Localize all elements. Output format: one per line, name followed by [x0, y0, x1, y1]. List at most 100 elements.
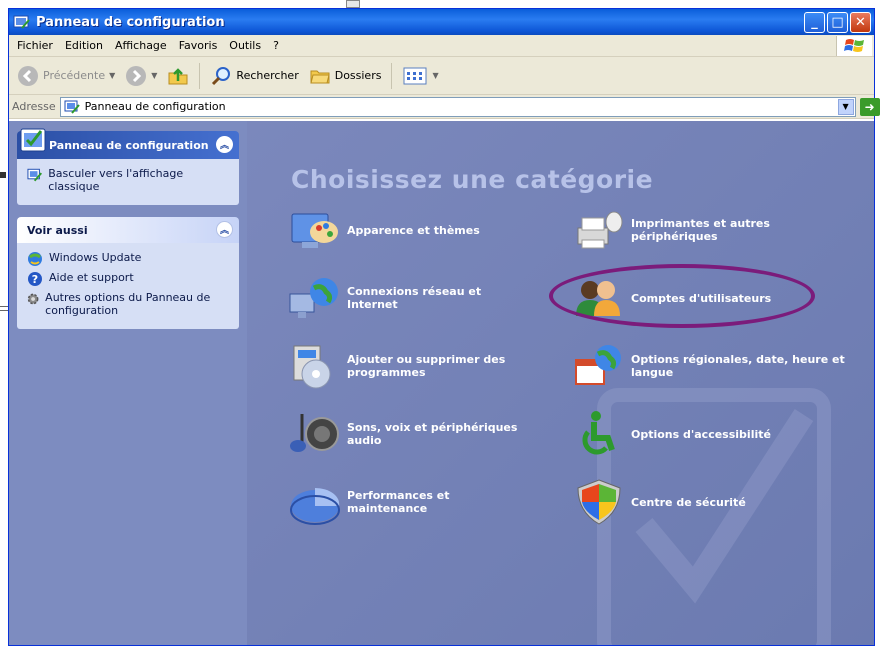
category-label: Sons, voix et périphériques audio	[347, 421, 518, 447]
windows-logo-icon	[836, 36, 872, 56]
see-also-body: Windows Update ? Aide et support Autres …	[17, 243, 239, 329]
menu-edition[interactable]: Edition	[59, 39, 109, 52]
category-add-remove-programs[interactable]: Ajouter ou supprimer des programmes	[287, 341, 527, 391]
minimize-button[interactable]: _	[804, 12, 825, 33]
forward-arrow-icon	[126, 65, 147, 86]
address-dropdown-button[interactable]: ▼	[837, 98, 854, 115]
folder-up-icon	[168, 67, 188, 84]
menu-outils[interactable]: Outils	[223, 39, 267, 52]
background-marker	[0, 172, 6, 178]
menu-affichage[interactable]: Affichage	[109, 39, 173, 52]
search-label: Rechercher	[236, 69, 299, 82]
folders-label: Dossiers	[334, 69, 382, 82]
go-button[interactable]: ➜ OK	[859, 97, 883, 116]
toolbar: Précédente ▼ ▼ Rechercher Dossiers ▼	[9, 57, 874, 95]
maximize-button[interactable]: □	[827, 12, 848, 33]
panel-body: Basculer vers l'affichage classique	[17, 159, 239, 205]
folders-button[interactable]: Dossiers	[305, 63, 386, 89]
folders-icon	[310, 70, 330, 83]
category-label: Connexions réseau et Internet	[347, 285, 482, 311]
category-view: Choisissez une catégorie Apparence et th…	[247, 121, 874, 645]
search-icon	[212, 66, 231, 85]
other-options-link[interactable]: Autres options du Panneau de configurati…	[27, 291, 229, 317]
category-label: Ajouter ou supprimer des programmes	[347, 353, 506, 379]
other-options-label: Autres options du Panneau de configurati…	[45, 291, 211, 317]
help-support-label: Aide et support	[49, 271, 134, 284]
views-icon	[403, 67, 427, 84]
back-label: Précédente	[43, 69, 106, 82]
search-button[interactable]: Rechercher	[206, 63, 302, 89]
category-printers[interactable]: Imprimantes et autres périphériques	[571, 205, 851, 255]
menu-bar: Fichier Edition Affichage Favoris Outils…	[9, 35, 874, 57]
screen: Panneau de configuration _ □ ✕ Fichier E…	[0, 0, 883, 646]
category-accessibility[interactable]: Options d'accessibilité	[571, 409, 851, 459]
category-appearance[interactable]: Apparence et thèmes	[287, 205, 527, 255]
address-input[interactable]: Panneau de configuration ▼	[59, 96, 856, 117]
views-dropdown-icon[interactable]: ▼	[432, 71, 438, 80]
accessibility-icon	[571, 409, 627, 459]
forward-button[interactable]: ▼	[121, 63, 161, 89]
collapse-chevron-icon[interactable]: ︽	[216, 136, 233, 153]
category-label: Options régionales, date, heure et langu…	[631, 353, 845, 379]
window-title: Panneau de configuration	[36, 14, 225, 30]
toolbar-separator	[199, 62, 201, 89]
category-label: Performances et maintenance	[347, 489, 450, 515]
forward-dropdown-icon[interactable]: ▼	[151, 71, 157, 80]
network-internet-icon	[287, 273, 343, 323]
control-panel-icon	[64, 100, 80, 114]
windows-update-icon	[28, 252, 42, 266]
content-area: Panneau de configuration ︽ Basculer vers…	[9, 121, 874, 645]
category-label: Options d'accessibilité	[631, 427, 771, 441]
control-panel-large-icon	[20, 128, 46, 152]
category-performance[interactable]: Performances et maintenance	[287, 477, 527, 527]
help-icon: ?	[28, 272, 42, 286]
menu-help[interactable]: ?	[267, 39, 285, 52]
views-button[interactable]: ▼	[398, 64, 442, 88]
title-bar[interactable]: Panneau de configuration _ □ ✕	[9, 9, 874, 35]
control-panel-icon	[13, 15, 30, 29]
address-value: Panneau de configuration	[84, 100, 226, 113]
up-folder-button[interactable]	[163, 63, 193, 89]
control-panel-window: Panneau de configuration _ □ ✕ Fichier E…	[8, 8, 883, 646]
category-label: Apparence et thèmes	[347, 223, 480, 237]
toolbar-separator	[391, 62, 393, 89]
gear-icon	[27, 293, 39, 305]
regional-options-icon	[571, 341, 627, 391]
see-also-header[interactable]: Voir aussi ︽	[17, 217, 239, 243]
windows-update-link[interactable]: Windows Update	[27, 251, 229, 267]
performance-maintenance-icon	[287, 477, 343, 527]
page-title: Choisissez une catégorie	[291, 165, 654, 194]
category-regional-options[interactable]: Options régionales, date, heure et langu…	[571, 341, 851, 391]
close-button[interactable]: ✕	[850, 12, 871, 33]
address-label: Adresse	[12, 100, 56, 113]
sounds-audio-icon	[287, 409, 343, 459]
highlight-oval	[549, 264, 815, 328]
background-scroll-thumb	[346, 0, 360, 8]
task-pane: Panneau de configuration ︽ Basculer vers…	[9, 121, 247, 645]
switch-classic-label: Basculer vers l'affichage classique	[48, 167, 184, 193]
category-network[interactable]: Connexions réseau et Internet	[287, 273, 527, 323]
svg-text:?: ?	[32, 273, 38, 286]
switch-classic-view-link[interactable]: Basculer vers l'affichage classique	[27, 167, 229, 193]
go-arrow-icon: ➜	[859, 97, 880, 116]
address-bar: Adresse Panneau de configuration ▼ ➜ OK	[9, 95, 883, 119]
back-dropdown-icon[interactable]: ▼	[109, 71, 115, 80]
menu-favoris[interactable]: Favoris	[173, 39, 224, 52]
security-shield-icon	[571, 477, 627, 527]
background-fragment	[0, 0, 330, 6]
collapse-chevron-icon[interactable]: ︽	[216, 221, 233, 238]
category-security-center[interactable]: Centre de sécurité	[571, 477, 851, 527]
back-button[interactable]: Précédente ▼	[13, 63, 119, 89]
category-sounds[interactable]: Sons, voix et périphériques audio	[287, 409, 527, 459]
category-label: Imprimantes et autres périphériques	[631, 217, 770, 243]
back-arrow-icon	[18, 65, 38, 86]
control-panel-panel-header[interactable]: Panneau de configuration ︽	[17, 128, 239, 159]
see-also-title: Voir aussi	[27, 223, 88, 237]
add-remove-programs-icon	[287, 341, 343, 391]
help-support-link[interactable]: ? Aide et support	[27, 271, 229, 287]
control-panel-icon	[27, 168, 43, 182]
panel-title: Panneau de configuration	[49, 138, 209, 152]
category-label: Centre de sécurité	[631, 495, 746, 509]
menu-fichier[interactable]: Fichier	[11, 39, 59, 52]
printers-hardware-icon	[571, 205, 627, 255]
